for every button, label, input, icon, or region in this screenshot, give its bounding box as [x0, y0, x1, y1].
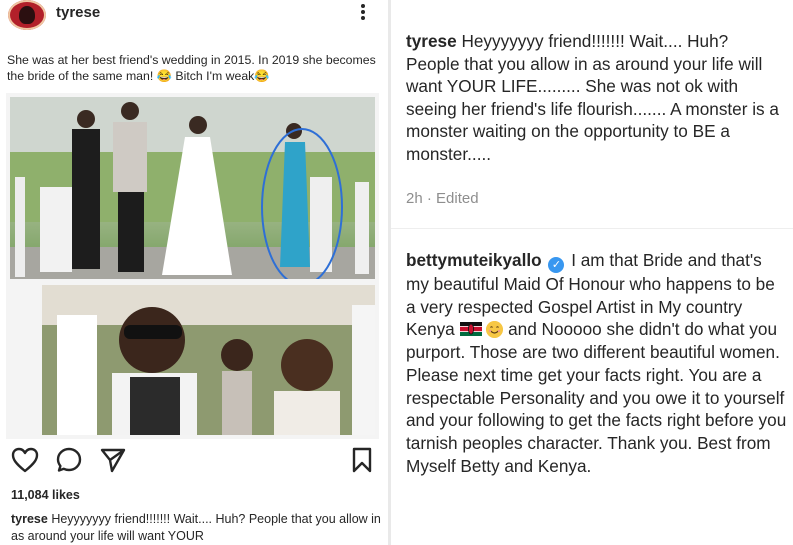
wedding-photo-bottom	[42, 285, 375, 435]
smiling-face-emoji	[486, 321, 504, 339]
heart-icon[interactable]	[11, 447, 39, 473]
comments-panel: tyrese Heyyyyyyy friend!!!!!!! Wait.... …	[391, 0, 793, 545]
comment-tyrese: tyrese Heyyyyyyy friend!!!!!!! Wait.... …	[406, 30, 786, 165]
post-username[interactable]: tyrese	[56, 4, 100, 21]
post-actions	[0, 447, 388, 475]
wedding-photo-top	[10, 97, 375, 279]
comment-divider	[391, 228, 793, 229]
send-icon[interactable]	[100, 447, 126, 473]
comment-text-part-2: and Nooooo she didn't do what you purpor…	[406, 319, 787, 476]
verified-badge-icon: ✓	[548, 257, 565, 273]
avatar[interactable]	[8, 0, 46, 30]
comment-username[interactable]: tyrese	[406, 31, 457, 51]
comment-meta: 2h · Edited	[406, 190, 479, 207]
bookmark-icon[interactable]	[351, 447, 373, 473]
comment-username[interactable]: bettymuteikyallo	[406, 250, 542, 270]
post-panel: tyrese She was at her best friend's wedd…	[0, 0, 388, 545]
post-caption: tyrese Heyyyyyyy friend!!!!!!! Wait.... …	[11, 511, 383, 545]
post-image[interactable]	[6, 93, 379, 439]
more-vertical-icon[interactable]	[357, 2, 369, 24]
image-caption-text: She was at her best friend's wedding in …	[7, 53, 376, 83]
comment-text: Heyyyyyyy friend!!!!!!! Wait.... Huh? Pe…	[406, 31, 779, 164]
comment-icon[interactable]	[56, 447, 82, 473]
caption-username[interactable]: tyrese	[11, 512, 48, 526]
post-header: tyrese	[0, 0, 388, 34]
caption-text: Heyyyyyyy friend!!!!!!! Wait.... Huh? Pe…	[11, 512, 381, 543]
kenya-flag-emoji	[459, 322, 482, 337]
like-count[interactable]: 11,084 likes	[11, 488, 80, 502]
comment-betty: bettymuteikyallo ✓ I am that Bride and t…	[406, 249, 789, 477]
